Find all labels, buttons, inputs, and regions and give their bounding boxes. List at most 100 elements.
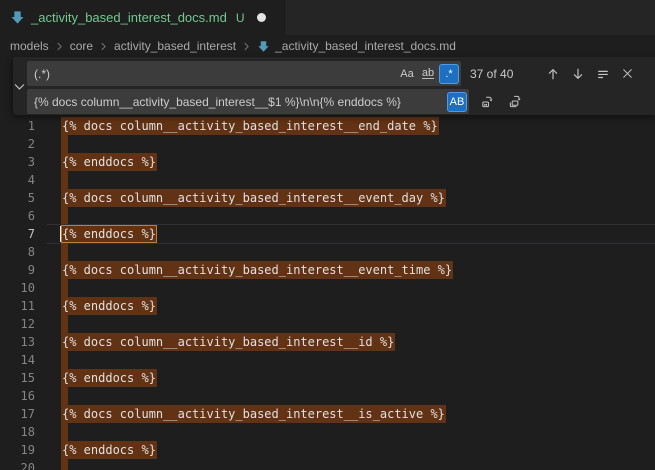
- code-line[interactable]: 5 {% docs column__activity_based_interest…: [0, 189, 655, 207]
- breadcrumb-item-file[interactable]: _activity_based_interest_docs.md: [257, 39, 456, 53]
- line-content[interactable]: [61, 279, 68, 297]
- line-number: 12: [0, 315, 35, 333]
- close-icon: [621, 67, 634, 80]
- code-line[interactable]: 6: [0, 207, 655, 225]
- find-input[interactable]: [27, 61, 396, 86]
- breadcrumb-item-models[interactable]: models: [10, 39, 49, 53]
- replace-button[interactable]: [477, 91, 498, 112]
- find-match-highlight: [61, 387, 68, 405]
- whole-word-toggle[interactable]: ab: [418, 64, 438, 84]
- match-case-toggle[interactable]: Aa: [397, 64, 417, 84]
- line-content[interactable]: {% enddocs %}: [61, 369, 157, 387]
- line-content[interactable]: [61, 243, 68, 261]
- arrow-up-icon: [546, 67, 560, 81]
- find-match-highlight: [61, 279, 68, 297]
- find-match-highlight: {% docs column__activity_based_interest_…: [61, 405, 446, 423]
- code-line[interactable]: 14: [0, 351, 655, 369]
- line-content[interactable]: {% enddocs %}: [61, 225, 157, 243]
- find-match-highlight: {% enddocs %}: [61, 297, 157, 315]
- code-line[interactable]: 19 {% enddocs %}: [0, 441, 655, 459]
- line-content[interactable]: {% docs column__activity_based_interest_…: [61, 261, 453, 279]
- breadcrumb-item-core[interactable]: core: [70, 39, 93, 53]
- line-number: 4: [0, 171, 35, 189]
- code-line[interactable]: 10: [0, 279, 655, 297]
- replace-input-box: AB: [27, 89, 469, 114]
- code-line[interactable]: 16: [0, 387, 655, 405]
- line-content[interactable]: [61, 459, 68, 470]
- code-line[interactable]: 3{% enddocs %}: [0, 153, 655, 171]
- find-nav-buttons: [542, 63, 638, 84]
- line-number: 7: [0, 225, 35, 243]
- whole-word-label: ab: [422, 68, 434, 79]
- tab-bar: _activity_based_interest_docs.md U: [0, 0, 655, 35]
- line-content[interactable]: [61, 315, 68, 333]
- find-match-highlight: {% enddocs %}: [61, 369, 157, 387]
- find-match-highlight: [61, 459, 68, 470]
- next-match-button[interactable]: [567, 63, 588, 84]
- code-line[interactable]: 12: [0, 315, 655, 333]
- line-number: 10: [0, 279, 35, 297]
- line-number: 16: [0, 387, 35, 405]
- chevron-right-icon: [99, 42, 108, 51]
- line-content[interactable]: [61, 207, 68, 225]
- modified-indicator[interactable]: [257, 13, 266, 22]
- replace-all-button[interactable]: [505, 91, 526, 112]
- chevron-right-icon: [55, 42, 64, 51]
- line-content[interactable]: [61, 351, 68, 369]
- find-match-highlight: {% docs column__activity_based_interest_…: [61, 333, 395, 351]
- find-match-highlight: [61, 243, 68, 261]
- line-content[interactable]: {% docs column__activity_based_interest_…: [61, 405, 446, 423]
- code-line[interactable]: 15 {% enddocs %}: [0, 369, 655, 387]
- code-line[interactable]: 4: [0, 171, 655, 189]
- regex-toggle[interactable]: .*: [439, 64, 459, 84]
- code-line[interactable]: 18: [0, 423, 655, 441]
- code-line[interactable]: 9{% docs column__activity_based_interest…: [0, 261, 655, 279]
- code-line[interactable]: 20: [0, 459, 655, 470]
- code-line[interactable]: 1 {% docs column__activity_based_interest…: [0, 117, 655, 135]
- find-match-highlight: [61, 423, 68, 441]
- text-cursor: [60, 226, 61, 242]
- replace-input[interactable]: [27, 89, 446, 114]
- match-count: 37 of 40: [470, 67, 532, 81]
- line-content[interactable]: {% enddocs %}: [61, 153, 157, 171]
- tab-active[interactable]: _activity_based_interest_docs.md U: [0, 0, 285, 35]
- find-match-highlight: {% enddocs %}: [61, 441, 157, 459]
- line-number: 13: [0, 333, 35, 351]
- toggle-replace-button[interactable]: [13, 57, 26, 115]
- line-content[interactable]: [61, 171, 68, 189]
- code-line[interactable]: 2: [0, 135, 655, 153]
- line-content[interactable]: {% enddocs %}: [61, 297, 157, 315]
- line-number: 5: [0, 189, 35, 207]
- breadcrumb: models core activity_based_interest _act…: [0, 35, 655, 57]
- preserve-case-toggle[interactable]: AB: [447, 92, 467, 112]
- chevron-down-icon: [13, 80, 26, 93]
- find-in-selection-button[interactable]: [592, 63, 613, 84]
- breadcrumb-item-folder[interactable]: activity_based_interest: [114, 39, 236, 53]
- code-line[interactable]: 17{% docs column__activity_based_interes…: [0, 405, 655, 423]
- line-content[interactable]: {% docs column__activity_based_interest_…: [61, 189, 446, 207]
- line-content[interactable]: [61, 423, 68, 441]
- previous-match-button[interactable]: [542, 63, 563, 84]
- line-number: 18: [0, 423, 35, 441]
- line-content[interactable]: [61, 387, 68, 405]
- find-in-selection-icon: [596, 67, 610, 81]
- code-line[interactable]: 11{% enddocs %}: [0, 297, 655, 315]
- line-number: 8: [0, 243, 35, 261]
- code-line[interactable]: 13 {% docs column__activity_based_interes…: [0, 333, 655, 351]
- line-content[interactable]: {% docs column__activity_based_interest_…: [61, 333, 395, 351]
- replace-buttons: [477, 91, 526, 112]
- editor: Aa ab .* 37 of 40: [0, 57, 655, 470]
- find-match-highlight: {% enddocs %}: [61, 153, 157, 171]
- find-match-highlight: [61, 351, 68, 369]
- code-line[interactable]: 7 {% enddocs %}: [0, 225, 655, 243]
- line-number: 1: [0, 117, 35, 135]
- line-content[interactable]: {% docs column__activity_based_interest_…: [61, 117, 439, 135]
- line-number: 19: [0, 441, 35, 459]
- git-status-badge: U: [236, 11, 245, 25]
- code-area[interactable]: 1 {% docs column__activity_based_interest…: [0, 57, 655, 470]
- line-content[interactable]: {% enddocs %}: [61, 441, 157, 459]
- close-find-button[interactable]: [617, 63, 638, 84]
- code-line[interactable]: 8: [0, 243, 655, 261]
- line-content[interactable]: [61, 135, 68, 153]
- line-number: 15: [0, 369, 35, 387]
